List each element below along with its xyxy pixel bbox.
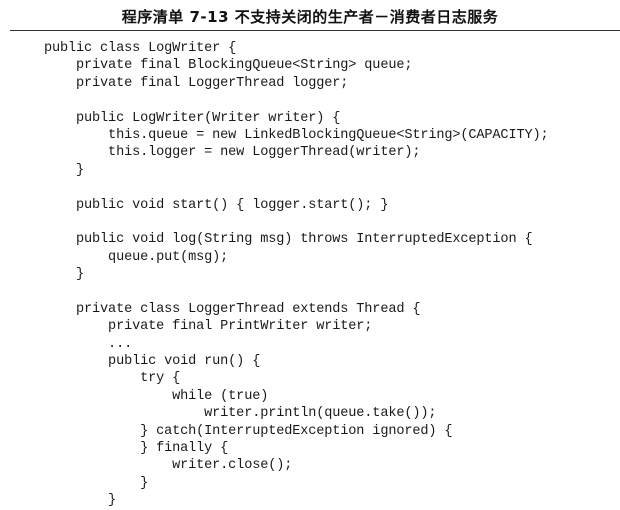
code-line: private final LoggerThread logger; [44, 75, 349, 91]
code-line: } finally { [44, 440, 229, 456]
code-line: } catch(InterruptedException ignored) { [44, 423, 453, 439]
code-line: writer.println(queue.take()); [44, 406, 437, 422]
code-listing: public class LogWriter { private final B… [44, 40, 549, 510]
title-divider [10, 30, 620, 31]
code-line: private final PrintWriter writer; [44, 319, 373, 335]
code-line: } [44, 493, 117, 509]
code-line: private final BlockingQueue<String> queu… [44, 58, 413, 74]
code-line: public void start() { logger.start(); } [44, 197, 389, 213]
code-line: ... [44, 336, 133, 352]
code-line: while (true) [44, 388, 269, 404]
code-line: this.queue = new LinkedBlockingQueue<Str… [44, 127, 549, 143]
listing-title: 程序清单 7-13 不支持关闭的生产者－消费者日志服务 [121, 8, 499, 26]
code-line: queue.put(msg); [44, 249, 229, 265]
code-line: } [44, 267, 85, 283]
code-line: writer.close(); [44, 458, 293, 474]
code-line: public void log(String msg) throws Inter… [44, 232, 533, 248]
code-line: } [44, 162, 85, 178]
code-line: this.logger = new LoggerThread(writer); [44, 145, 421, 161]
code-line: private class LoggerThread extends Threa… [44, 301, 421, 317]
code-line: public class LogWriter { [44, 41, 237, 56]
code-line: public LogWriter(Writer writer) { [44, 110, 341, 126]
code-line: try { [44, 371, 181, 387]
code-line: public void run() { [44, 354, 261, 370]
code-line: } [44, 475, 149, 491]
